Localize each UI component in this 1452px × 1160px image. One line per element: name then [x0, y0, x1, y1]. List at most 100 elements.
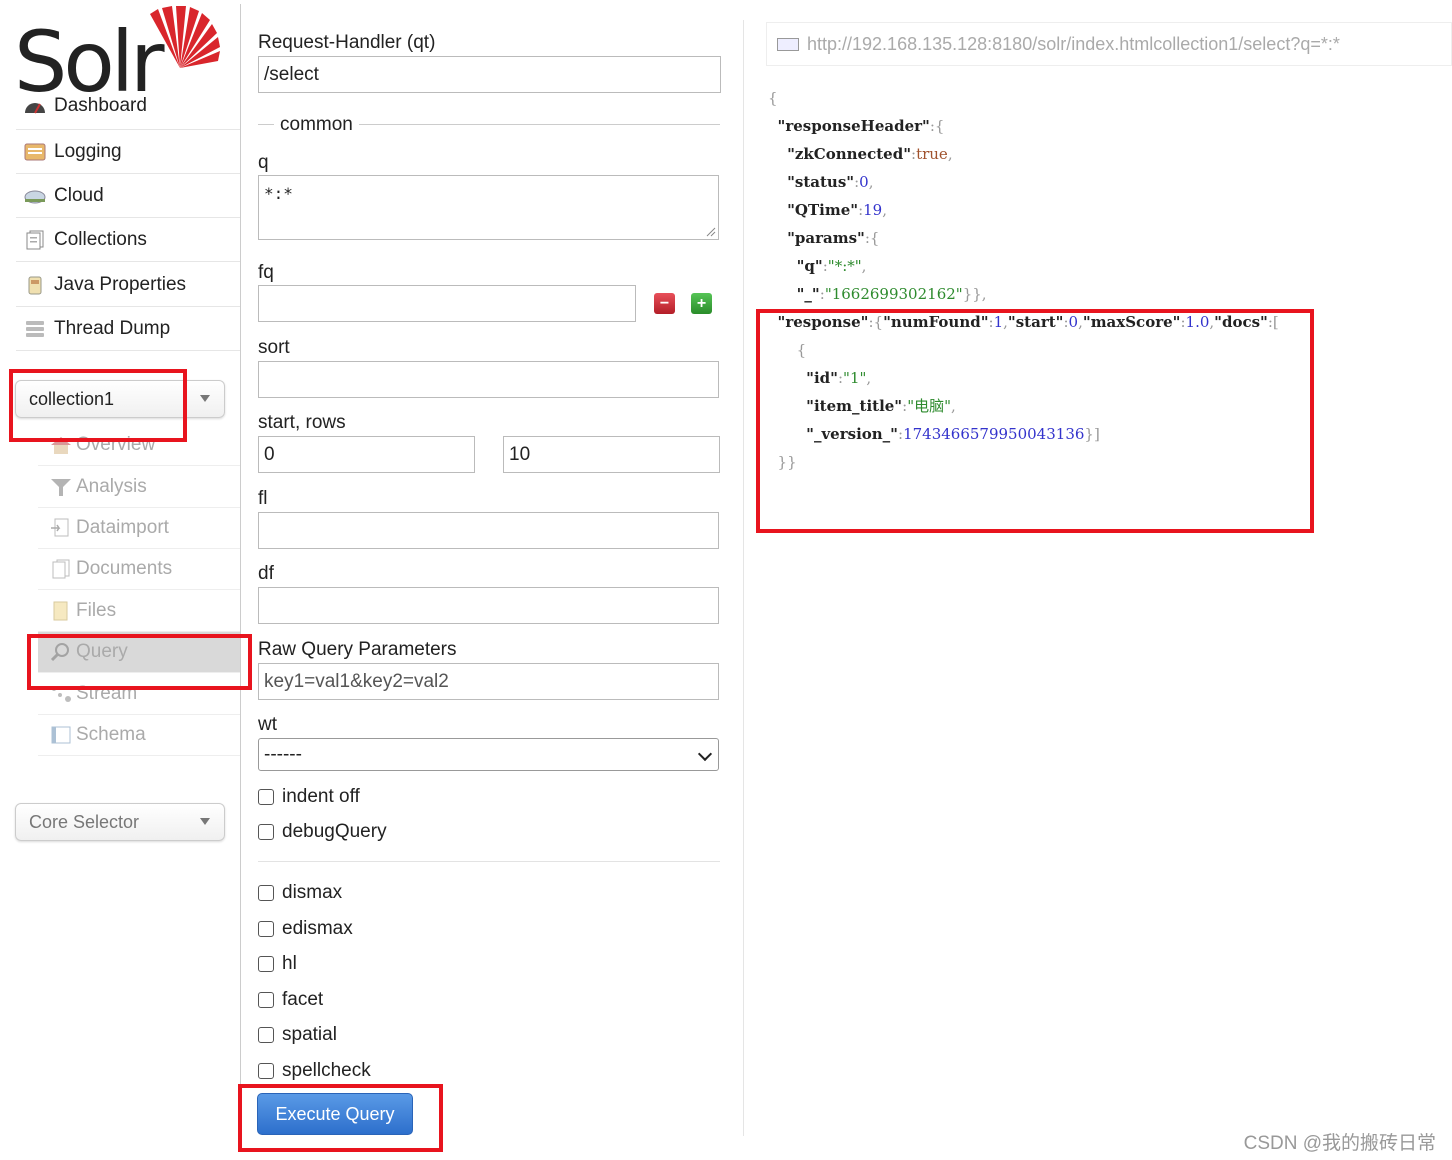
sort-input[interactable]	[258, 361, 719, 398]
nav-label: Schema	[76, 724, 146, 745]
collections-icon	[26, 230, 44, 249]
checkbox-label: dismax	[282, 882, 343, 903]
files-icon	[53, 601, 68, 621]
nav-label: Dataimport	[76, 517, 169, 538]
fq-label: fq	[258, 262, 274, 283]
df-input[interactable]	[258, 587, 719, 624]
dashboard-icon	[25, 103, 45, 114]
remove-fq-button[interactable]: −	[654, 293, 675, 314]
nav-label: Collections	[54, 228, 147, 250]
highlight-collection-selector	[9, 369, 187, 442]
start-rows-label: start, rows	[258, 412, 346, 433]
fl-label: fl	[258, 488, 268, 509]
cloud-icon	[24, 190, 46, 203]
nav-dataimport[interactable]: Dataimport	[38, 508, 240, 549]
plus-icon: +	[696, 294, 707, 312]
chevron-down-icon	[697, 746, 713, 762]
wt-select[interactable]: ------	[258, 738, 719, 771]
checkbox[interactable]	[258, 789, 274, 805]
resize-handle-icon[interactable]	[706, 227, 716, 237]
dismax-checkbox[interactable]: dismax	[258, 882, 342, 904]
indent-checkbox[interactable]: indent off	[258, 786, 360, 808]
checkbox-label: debugQuery	[282, 821, 387, 842]
nav-label: Logging	[54, 140, 122, 162]
fq-input[interactable]	[258, 285, 636, 322]
documents-icon	[52, 559, 70, 579]
edismax-checkbox[interactable]: edismax	[258, 918, 353, 940]
dataimport-icon	[51, 518, 69, 537]
checkbox[interactable]	[258, 1027, 274, 1043]
thread-dump-icon	[26, 320, 44, 337]
add-fq-button[interactable]: +	[691, 293, 712, 314]
query-url-link[interactable]: http://192.168.135.128:8180/solr/index.h…	[766, 22, 1452, 66]
zk-connected-value: true	[916, 145, 948, 163]
checkbox[interactable]	[258, 1063, 274, 1079]
watermark: CSDN @我的搬砖日常	[1243, 1133, 1436, 1154]
checkbox[interactable]	[258, 921, 274, 937]
request-handler-input[interactable]: /select	[258, 56, 721, 93]
checkbox[interactable]	[258, 885, 274, 901]
nav-collections[interactable]: Collections	[16, 218, 240, 262]
facet-checkbox[interactable]: facet	[258, 989, 323, 1011]
nav-cloud[interactable]: Cloud	[16, 174, 240, 218]
chevron-down-icon	[200, 395, 210, 402]
nav-schema[interactable]: Schema	[38, 715, 240, 756]
nav-documents[interactable]: Documents	[38, 549, 240, 590]
checkbox[interactable]	[258, 956, 274, 972]
nav-files[interactable]: Files	[38, 591, 240, 632]
nav-analysis[interactable]: Analysis	[38, 467, 240, 508]
core-selector-value: Core Selector	[29, 811, 140, 832]
nav-logging[interactable]: Logging	[16, 130, 240, 174]
q-textarea[interactable]: *:*	[258, 175, 719, 240]
q-value: *:*	[264, 184, 293, 203]
debugquery-checkbox[interactable]: debugQuery	[258, 821, 387, 843]
minus-icon: −	[659, 294, 670, 312]
df-label: df	[258, 563, 274, 584]
checkbox-label: spellcheck	[282, 1060, 371, 1081]
link-icon	[777, 37, 799, 51]
raw-params-input[interactable]: key1=val1&key2=val2	[258, 663, 719, 700]
query-form: Request-Handler (qt) /select common q *:…	[240, 0, 740, 1160]
param-q-value: "*:*"	[827, 257, 862, 275]
nav-label: Files	[76, 600, 117, 621]
fl-input[interactable]	[258, 512, 719, 549]
highlight-query-nav	[27, 634, 252, 690]
nav-label: Java Properties	[54, 273, 187, 295]
spellcheck-checkbox[interactable]: spellcheck	[258, 1060, 371, 1082]
param-underscore-value: "1662699302162"	[824, 285, 963, 303]
raw-params-label: Raw Query Parameters	[258, 639, 457, 660]
chevron-down-icon	[200, 818, 210, 825]
checkbox[interactable]	[258, 824, 274, 840]
section-divider	[258, 861, 720, 862]
nav-label: Analysis	[76, 476, 147, 497]
spatial-checkbox[interactable]: spatial	[258, 1024, 337, 1046]
hl-checkbox[interactable]: hl	[258, 953, 297, 975]
nav-dashboard[interactable]: Dashboard	[16, 88, 240, 130]
wt-label: wt	[258, 714, 277, 735]
checkbox[interactable]	[258, 992, 274, 1008]
start-input[interactable]: 0	[258, 436, 475, 473]
highlight-execute-button	[238, 1084, 443, 1152]
logging-icon	[24, 143, 46, 160]
rows-input[interactable]: 10	[503, 436, 720, 473]
nav-label: Dashboard	[54, 95, 147, 116]
form-divider	[743, 20, 744, 1136]
q-label: q	[258, 152, 269, 173]
core-selector[interactable]: Core Selector	[15, 803, 225, 841]
schema-icon	[51, 726, 71, 744]
query-url-text: http://192.168.135.128:8180/solr/index.h…	[807, 33, 1340, 54]
nav-label: Cloud	[54, 184, 104, 206]
nav-java-properties[interactable]: Java Properties	[16, 263, 240, 307]
nav-label: Thread Dump	[54, 317, 171, 339]
checkbox-label: hl	[282, 953, 297, 974]
nav-label: Documents	[76, 558, 173, 579]
highlight-response	[756, 309, 1314, 533]
checkbox-label: edismax	[282, 918, 353, 939]
sidebar: Solr Dashboard Logging Cloud Collections	[0, 0, 240, 1160]
sun-icon	[150, 6, 220, 68]
wt-value: ------	[264, 743, 302, 765]
request-handler-label: Request-Handler (qt)	[258, 32, 436, 53]
qtime-value: 19	[863, 201, 883, 219]
nav-thread-dump[interactable]: Thread Dump	[16, 307, 240, 351]
checkbox-label: spatial	[282, 1024, 337, 1045]
